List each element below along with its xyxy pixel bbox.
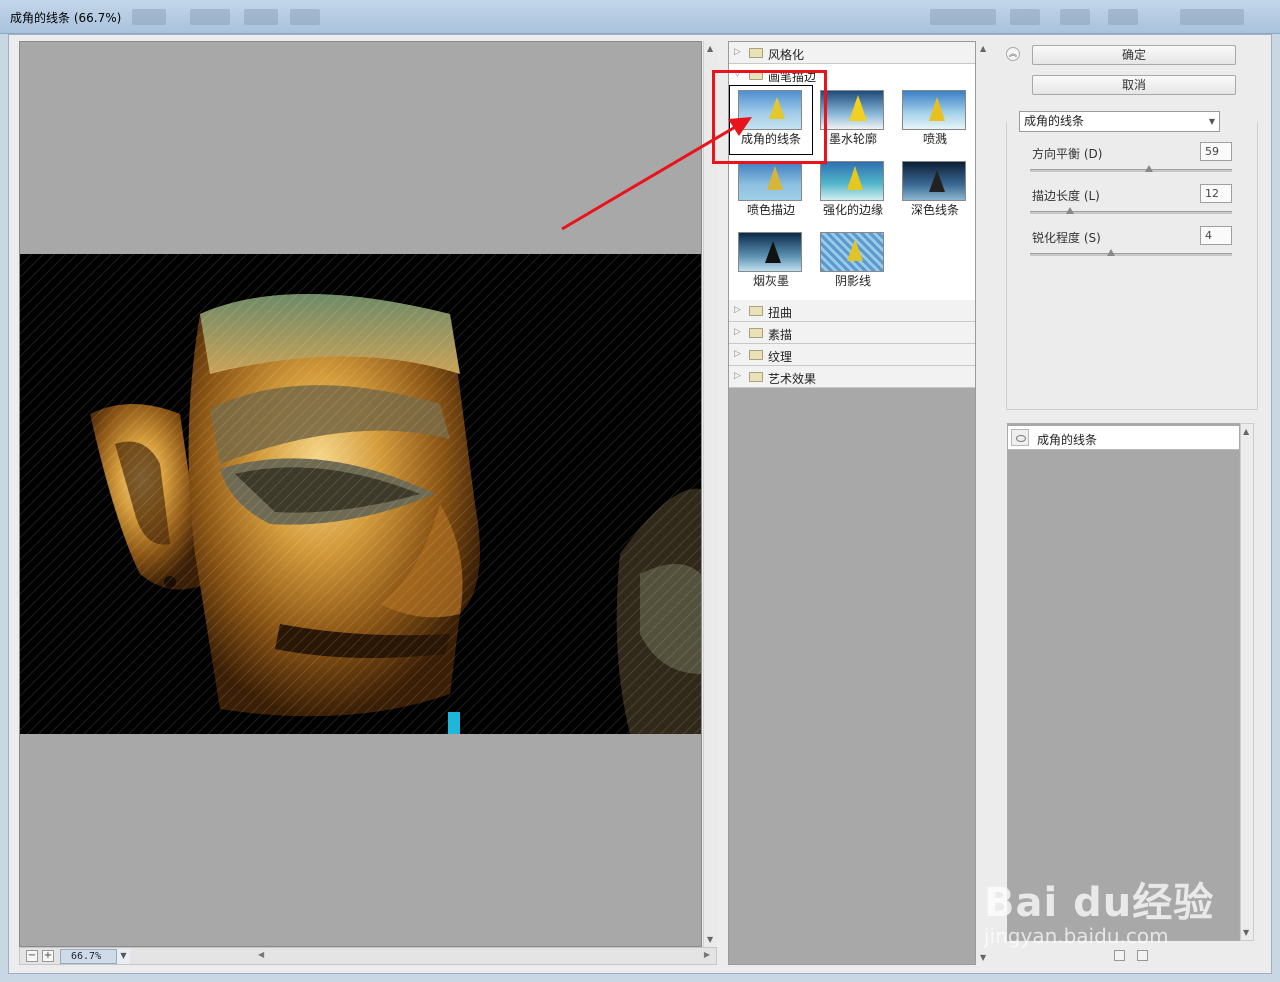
scroll-down-arrow-icon[interactable]: ▼ <box>980 953 986 962</box>
scroll-left-arrow-icon[interactable]: ◀ <box>258 950 264 959</box>
zoom-out-button[interactable]: − <box>26 950 38 962</box>
param-input-stroke-length[interactable]: 12 <box>1200 184 1232 203</box>
filter-thumb-crosshatch[interactable]: 阴影线 <box>812 228 894 296</box>
gallery-vertical-scrollbar[interactable]: ▲ ▼ <box>977 41 991 965</box>
filter-select[interactable]: 成角的线条 ▼ <box>1019 111 1220 132</box>
cancel-button[interactable]: 取消 <box>1032 75 1236 95</box>
filter-gallery-panel: ▷ 风格化 ▽ 画笔描边 成角的线条 墨水轮廓 喷溅 喷色描边 强化的边缘 深色… <box>728 41 976 965</box>
filter-label: 烟灰墨 <box>752 274 789 288</box>
category-label: 扭曲 <box>768 306 793 320</box>
toolbar-ghost-8 <box>1108 9 1138 25</box>
toolbar-ghost-3 <box>244 9 278 25</box>
toolbar-ghost-5 <box>930 9 996 25</box>
thumbnail-image <box>820 232 884 272</box>
thumbnail-image <box>902 90 966 130</box>
thumbnail-image <box>902 161 966 201</box>
effect-layer-row[interactable]: 成角的线条 <box>1008 426 1239 450</box>
folder-icon <box>749 48 763 58</box>
title-bar: 成角的线条 (66.7%) <box>0 0 1280 34</box>
thumbnail-image <box>820 90 884 130</box>
new-effect-layer-icon[interactable] <box>1114 950 1125 961</box>
category-sketch[interactable]: ▷ 素描 <box>729 322 975 344</box>
param-input-direction-balance[interactable]: 59 <box>1200 142 1232 161</box>
filter-label: 喷溅 <box>922 132 947 146</box>
thumbnail-image <box>738 161 802 201</box>
thumbnail-image <box>820 161 884 201</box>
zoom-in-button[interactable]: + <box>42 950 54 962</box>
preview-vertical-scrollbar[interactable]: ▲ ▼ <box>703 41 717 947</box>
filter-label: 强化的边缘 <box>822 203 883 217</box>
category-distort[interactable]: ▷ 扭曲 <box>729 300 975 322</box>
bronze-mask-image <box>20 254 701 734</box>
expand-arrow-icon[interactable]: ▷ <box>734 371 741 381</box>
preview-canvas[interactable] <box>19 41 702 947</box>
preview-image <box>20 254 701 734</box>
slider-direction-balance[interactable] <box>1030 165 1232 172</box>
scroll-up-arrow-icon[interactable]: ▲ <box>1243 427 1249 436</box>
filter-thumb-dark-strokes[interactable]: 深色线条 <box>894 157 976 225</box>
expand-arrow-icon[interactable]: ▷ <box>734 305 741 315</box>
toolbar-ghost-1 <box>132 9 166 25</box>
category-label: 纹理 <box>768 350 793 364</box>
category-stylize[interactable]: ▷ 风格化 <box>729 42 975 64</box>
expand-arrow-icon[interactable]: ▷ <box>734 327 741 337</box>
visibility-eye-icon[interactable] <box>1011 429 1029 446</box>
filter-thumb-sumi-e[interactable]: 烟灰墨 <box>730 228 812 296</box>
collapse-gallery-icon[interactable]: ︽ <box>1006 47 1020 61</box>
slider-thumb[interactable] <box>1066 207 1075 214</box>
category-label: 素描 <box>768 328 793 342</box>
folder-icon <box>749 372 763 382</box>
scroll-down-arrow-icon[interactable]: ▼ <box>1243 928 1249 937</box>
watermark-url: jingyan.baidu.com <box>984 924 1169 948</box>
slider-sharpness[interactable] <box>1030 249 1232 256</box>
scroll-up-arrow-icon[interactable]: ▲ <box>707 44 713 53</box>
thumbnail-image <box>738 232 802 272</box>
filter-thumb-sprayed-strokes[interactable]: 喷色描边 <box>730 157 812 225</box>
param-label-stroke-length: 描边长度 (L) <box>1032 189 1100 203</box>
toolbar-ghost-7 <box>1060 9 1090 25</box>
toolbar-ghost-2 <box>190 9 230 25</box>
category-label: 艺术效果 <box>768 372 817 386</box>
filter-settings-panel <box>1006 122 1258 410</box>
chevron-down-icon: ▼ <box>1208 117 1215 126</box>
window-title: 成角的线条 (66.7%) <box>10 11 122 25</box>
toolbar-ghost-9 <box>1180 9 1244 25</box>
expand-arrow-icon[interactable]: ▷ <box>734 47 741 57</box>
filter-select-value: 成角的线条 <box>1024 114 1085 128</box>
filter-label: 喷色描边 <box>746 203 795 217</box>
baidu-watermark-logo: Bai du经验 <box>984 880 1215 926</box>
slider-stroke-length[interactable] <box>1030 207 1232 214</box>
toolbar-ghost-4 <box>290 9 320 25</box>
folder-icon <box>749 328 763 338</box>
layers-vertical-scrollbar[interactable]: ▲ ▼ <box>1240 423 1254 941</box>
effect-layer-label: 成角的线条 <box>1037 433 1098 447</box>
slider-thumb[interactable] <box>1145 165 1154 172</box>
toolbar-ghost-6 <box>1010 9 1040 25</box>
filter-thumb-spatter[interactable]: 喷溅 <box>894 86 976 154</box>
scroll-up-arrow-icon[interactable]: ▲ <box>980 44 986 53</box>
annotation-highlight-box <box>712 70 827 164</box>
param-input-sharpness[interactable]: 4 <box>1200 226 1232 245</box>
filter-label: 阴影线 <box>834 274 871 288</box>
zoom-dropdown-icon[interactable]: ▼ <box>116 949 130 964</box>
param-label-direction-balance: 方向平衡 (D) <box>1032 147 1103 161</box>
ok-button[interactable]: 确定 <box>1032 45 1236 65</box>
folder-icon <box>749 350 763 360</box>
slider-thumb[interactable] <box>1106 249 1115 256</box>
filter-thumb-accented-edges[interactable]: 强化的边缘 <box>812 157 894 225</box>
folder-icon <box>749 306 763 316</box>
category-label: 风格化 <box>768 48 805 62</box>
expand-arrow-icon[interactable]: ▷ <box>734 349 741 359</box>
filter-label: 深色线条 <box>910 203 959 217</box>
effect-layers-list: 成角的线条 <box>1007 423 1240 941</box>
category-texture[interactable]: ▷ 纹理 <box>729 344 975 366</box>
preview-status-bar: − + 66.7% ▼ ◀ ▶ <box>19 947 717 965</box>
delete-effect-layer-icon[interactable] <box>1137 950 1148 961</box>
scroll-down-arrow-icon[interactable]: ▼ <box>707 935 713 944</box>
param-label-sharpness: 锐化程度 (S) <box>1032 231 1101 245</box>
scroll-right-arrow-icon[interactable]: ▶ <box>704 950 710 959</box>
category-artistic[interactable]: ▷ 艺术效果 <box>729 366 975 388</box>
